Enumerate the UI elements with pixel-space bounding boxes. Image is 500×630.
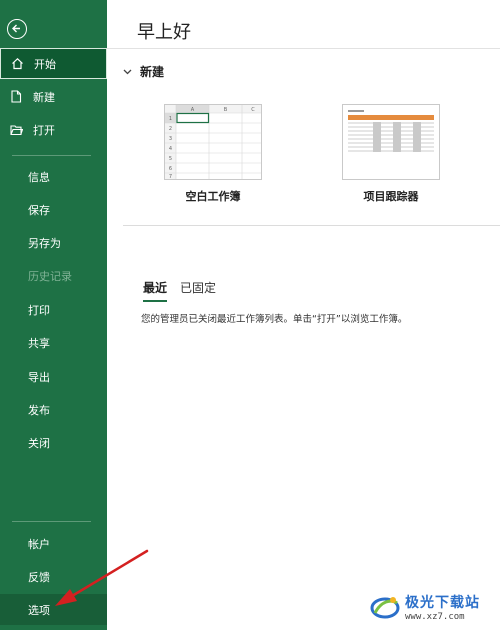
nav-open[interactable]: 打开 bbox=[0, 114, 107, 145]
nav-publish[interactable]: 发布 bbox=[0, 394, 107, 425]
nav-share[interactable]: 共享 bbox=[0, 327, 107, 358]
nav-new-label: 新建 bbox=[33, 90, 55, 104]
nav-account[interactable]: 帐户 bbox=[0, 528, 107, 559]
template-blank-label: 空白工作簿 bbox=[185, 190, 241, 203]
nav-feedback-label: 反馈 bbox=[28, 570, 50, 584]
sidebar-divider bbox=[12, 155, 91, 156]
backstage-sidebar: 开始 新建 打开 信息 保存 另存为 历史记录 打印 共享 导出 发布 关闭 帐… bbox=[0, 0, 107, 630]
recent-pinned-tabs: 最近 已固定 bbox=[143, 279, 229, 302]
row-header: 5 bbox=[169, 156, 172, 162]
tracker-preview bbox=[343, 105, 439, 179]
section-divider bbox=[123, 225, 500, 226]
nav-new[interactable]: 新建 bbox=[0, 81, 107, 112]
back-arrow-icon[interactable] bbox=[7, 19, 27, 39]
blank-sheet-preview: A B C 1 2 3 4 5 6 7 bbox=[165, 105, 261, 180]
main-content: 早上好 新建 A B C 1 2 3 4 5 6 7 空白工作簿 项目跟踪器 最… bbox=[107, 0, 500, 630]
nav-close[interactable]: 关闭 bbox=[0, 427, 107, 458]
col-header-c: C bbox=[251, 107, 255, 113]
row-header: 3 bbox=[169, 136, 172, 142]
nav-save[interactable]: 保存 bbox=[0, 194, 107, 225]
nav-options-label: 选项 bbox=[28, 603, 50, 617]
watermark-logo-icon bbox=[369, 591, 401, 623]
home-icon bbox=[10, 57, 24, 71]
tab-recent[interactable]: 最近 bbox=[143, 279, 168, 302]
nav-export-label: 导出 bbox=[28, 370, 50, 384]
new-file-icon bbox=[9, 90, 23, 104]
row-header: 2 bbox=[169, 126, 172, 132]
nav-publish-label: 发布 bbox=[28, 403, 50, 417]
greeting-title: 早上好 bbox=[137, 22, 191, 43]
template-project-tracker[interactable] bbox=[342, 104, 440, 180]
watermark-title: 极光下载站 bbox=[405, 595, 480, 611]
chevron-down-icon bbox=[123, 69, 132, 74]
nav-info-label: 信息 bbox=[28, 170, 50, 184]
template-tracker-label: 项目跟踪器 bbox=[363, 190, 419, 203]
recent-disabled-notice: 您的管理员已关闭最近工作簿列表。单击“打开”以浏览工作簿。 bbox=[141, 314, 408, 325]
nav-print[interactable]: 打印 bbox=[0, 294, 107, 325]
nav-export[interactable]: 导出 bbox=[0, 361, 107, 392]
nav-open-label: 打开 bbox=[33, 123, 55, 137]
new-section-header[interactable]: 新建 bbox=[123, 63, 164, 80]
watermark-url: www.xz7.com bbox=[405, 612, 465, 622]
col-header-a: A bbox=[191, 107, 195, 113]
nav-save-label: 保存 bbox=[28, 203, 50, 217]
nav-account-label: 帐户 bbox=[28, 537, 50, 551]
nav-history: 历史记录 bbox=[0, 260, 107, 291]
sidebar-divider bbox=[12, 521, 91, 522]
watermark: 极光下载站 www.xz7.com bbox=[369, 588, 495, 626]
tab-pinned[interactable]: 已固定 bbox=[180, 279, 216, 302]
nav-save-as[interactable]: 另存为 bbox=[0, 227, 107, 258]
template-blank-workbook[interactable]: A B C 1 2 3 4 5 6 7 bbox=[164, 104, 262, 180]
nav-print-label: 打印 bbox=[28, 303, 50, 317]
folder-open-icon bbox=[9, 123, 23, 137]
header-divider bbox=[107, 48, 500, 49]
nav-home-label: 开始 bbox=[34, 57, 56, 71]
nav-close-label: 关闭 bbox=[28, 436, 50, 450]
row-header: 1 bbox=[169, 116, 172, 122]
nav-share-label: 共享 bbox=[28, 336, 50, 350]
nav-history-label: 历史记录 bbox=[28, 269, 72, 283]
row-header: 7 bbox=[169, 174, 172, 179]
col-header-b: B bbox=[224, 107, 228, 113]
nav-save-as-label: 另存为 bbox=[28, 236, 61, 250]
nav-home[interactable]: 开始 bbox=[0, 48, 107, 79]
new-section-title: 新建 bbox=[140, 65, 165, 79]
nav-feedback[interactable]: 反馈 bbox=[0, 561, 107, 592]
row-header: 4 bbox=[169, 146, 172, 152]
nav-options[interactable]: 选项 bbox=[0, 594, 107, 625]
nav-info[interactable]: 信息 bbox=[0, 161, 107, 192]
row-header: 6 bbox=[169, 166, 172, 172]
